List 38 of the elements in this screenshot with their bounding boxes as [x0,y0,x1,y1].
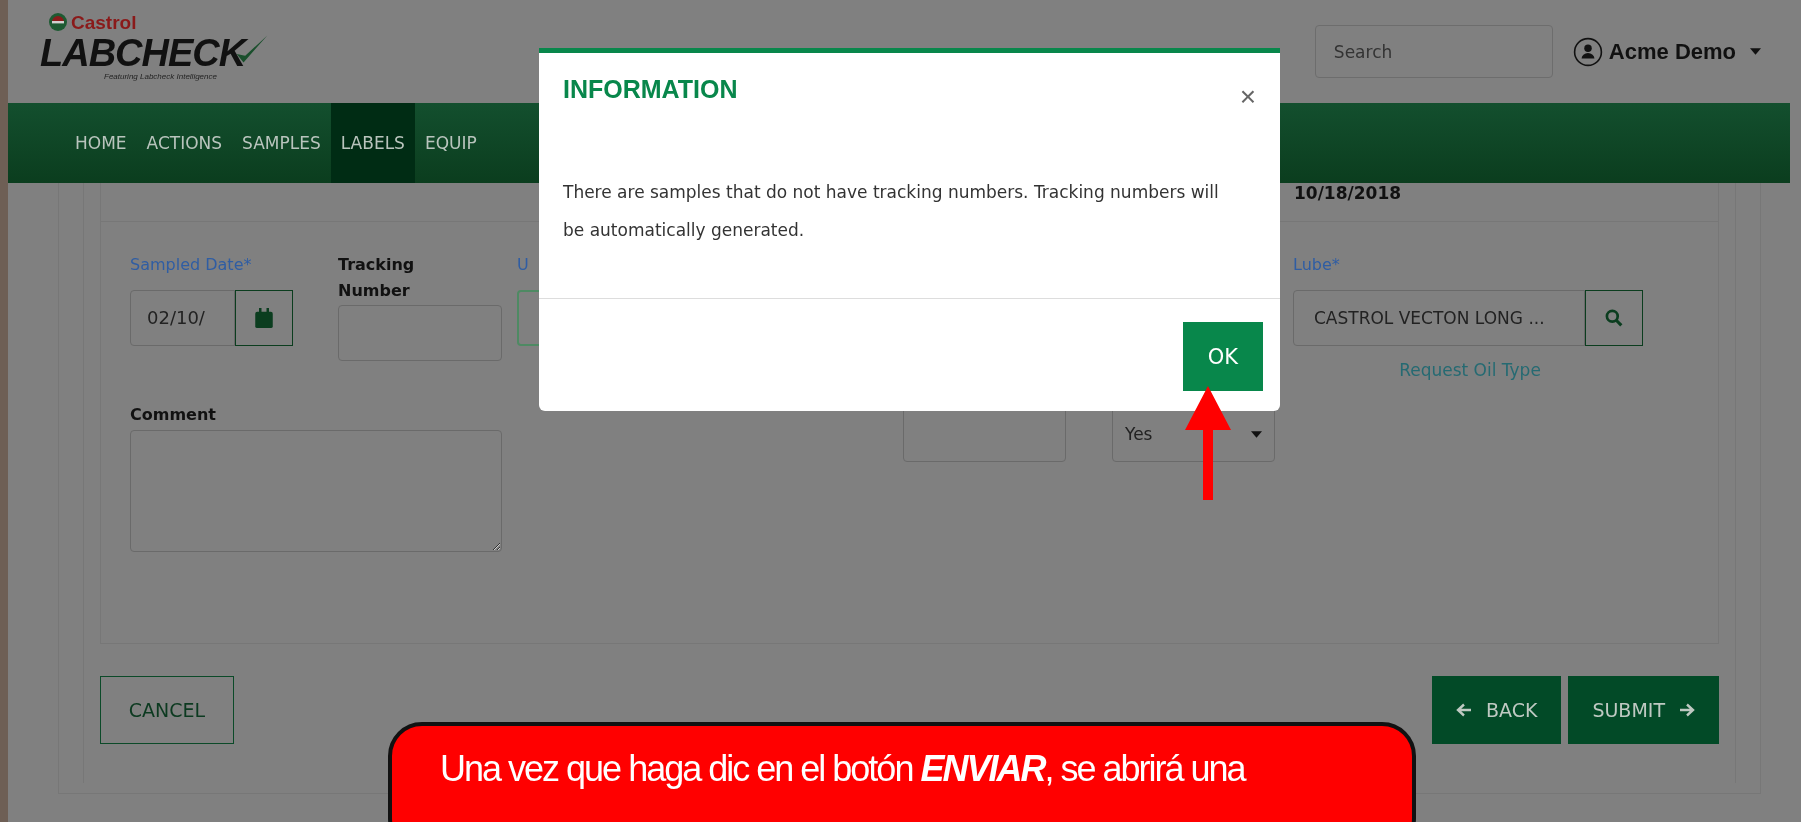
nav-tab[interactable]: ACTIONS [136,103,233,183]
up-arrow-icon [1185,386,1231,500]
caret-icon [1750,48,1761,55]
field-label: Comment [130,404,217,426]
field-label: Sampled Date* [130,254,253,276]
calendar-button[interactable] [235,289,293,346]
close-button[interactable]: × [1239,83,1256,111]
comment-field[interactable] [130,429,502,552]
nav-tab[interactable]: LABELS [330,103,415,183]
card-date: 10/18/2018 [1294,183,1402,203]
castrol-emblem-icon [48,12,68,32]
logo-tagline: Featuring Labcheck Intelligence [104,72,218,81]
search-field[interactable]: Search [1314,25,1553,78]
callout-text: Una vez que haga dic en el botón ENVIAR, se abrirá una [440,748,1245,789]
nav-tab[interactable]: SAMPLES [232,103,331,183]
search-button[interactable] [1585,289,1643,346]
search-icon [1605,307,1623,328]
submit-button[interactable]: SUBMIT [1568,676,1719,744]
caret-icon [1251,430,1262,438]
user-menu[interactable]: Acme Demo [1572,36,1761,67]
dialog-title: INFORMATION [563,75,738,104]
lube-field[interactable]: CASTROL VECTON LONG ... [1293,289,1585,346]
brand-name: Castrol [71,12,137,32]
ok-button[interactable]: OK [1183,322,1263,391]
date-field[interactable]: 02/10/ [130,289,235,346]
right-arrow-icon [1679,703,1695,717]
field-label: Lube* [1293,254,1341,276]
product-name: LABCHECK [40,34,246,72]
dialog-message: There are samples that do not have tracking numbers. Tracking numbers will be automatically generated. [539,173,1280,299]
cancel-button[interactable]: CANCEL [100,676,234,744]
user-avatar-icon [1572,36,1603,67]
left-arrow-icon [1455,703,1472,717]
back-button[interactable]: BACK [1431,676,1562,744]
calendar-icon [255,307,273,328]
field-label: U [517,254,530,276]
nav-tab[interactable]: EQUIP [414,103,487,183]
nav-tab[interactable]: HOME [65,103,137,183]
field-label: Tracking Number [338,254,416,302]
